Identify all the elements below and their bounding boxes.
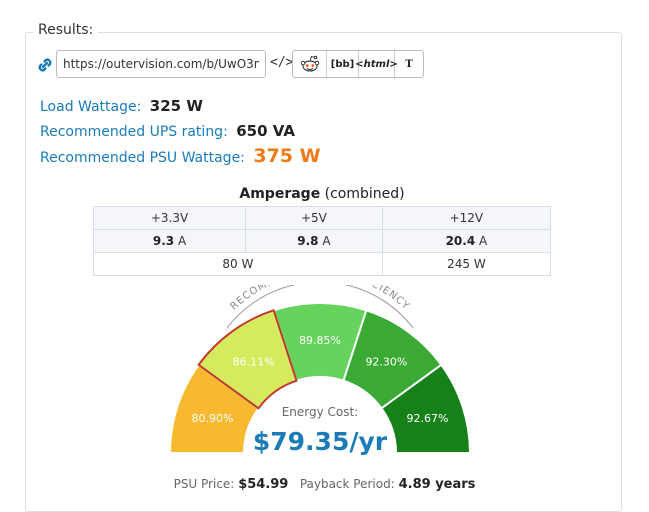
text-button[interactable]: T: [395, 51, 423, 77]
payback-value: 4.89 years: [398, 477, 476, 492]
rail-amps-5v: 9.8 A: [245, 229, 383, 253]
ups-rating-label: Recommended UPS rating:: [40, 124, 228, 140]
footer-row: PSU Price: $54.99 Payback Period: 4.89 y…: [0, 477, 649, 492]
psu-price-label: PSU Price:: [173, 477, 235, 491]
minor-rails-watts: 80 W: [93, 252, 383, 276]
table-row: +3.3V +5V +12V: [92, 206, 552, 230]
table-row: 80 W 245 W: [93, 252, 552, 276]
ups-rating-value: 650 VA: [236, 122, 295, 140]
energy-cost-value: $79.35/yr: [253, 427, 388, 456]
rail-amps-3v3: 9.3 A: [92, 229, 247, 253]
psu-price-value: $54.99: [238, 477, 289, 492]
gauge-segment-label: 80.90%: [192, 412, 234, 425]
rail-label-3v3: +3.3V: [92, 206, 247, 230]
psu-efficiency-gauge: 80.90%86.11%89.85%92.30%92.67% RECOMMEND…: [168, 285, 472, 456]
rail-label-5v: +5V: [245, 206, 383, 230]
rail-label-12v: +12V: [381, 206, 552, 230]
share-url-input[interactable]: [56, 50, 266, 78]
load-wattage: Load Wattage: 325 W: [40, 97, 203, 115]
energy-cost-label: Energy Cost:: [282, 405, 359, 419]
gauge-segment-label: 92.67%: [406, 412, 448, 425]
amperage-title: Amperage (combined): [239, 186, 405, 202]
gauge-segment-label: 89.85%: [299, 334, 341, 347]
gauge-segment-label: 92.30%: [365, 356, 407, 369]
bbcode-button[interactable]: [bb]: [327, 51, 359, 77]
reddit-share-button[interactable]: [293, 51, 327, 77]
results-title: Results:: [33, 22, 99, 38]
payback-label: Payback Period:: [299, 477, 395, 491]
psu-wattage-label: Recommended PSU Wattage:: [40, 150, 245, 166]
ups-rating: Recommended UPS rating: 650 VA: [40, 122, 295, 140]
rail-amps-12v: 20.4 A: [381, 229, 552, 253]
load-wattage-value: 325 W: [149, 97, 203, 115]
html-button[interactable]: <html>: [355, 51, 398, 77]
gauge-segment-label: 86.11%: [233, 356, 275, 369]
share-button-group: [bb] <html> T: [292, 50, 424, 78]
reddit-icon: [300, 55, 319, 72]
psu-wattage-value: 375 W: [253, 145, 321, 167]
table-row: 9.3 A 9.8 A 20.4 A: [92, 229, 552, 253]
link-icon: [36, 56, 54, 74]
load-wattage-label: Load Wattage:: [40, 99, 142, 115]
amperage-table: +3.3V +5V +12V 9.3 A 9.8 A 20.4 A 80 W 2…: [92, 206, 552, 276]
psu-wattage: Recommended PSU Wattage: 375 W: [40, 145, 321, 167]
embed-code-icon[interactable]: </>: [270, 55, 293, 73]
twelve-volt-watts: 245 W: [381, 252, 552, 276]
